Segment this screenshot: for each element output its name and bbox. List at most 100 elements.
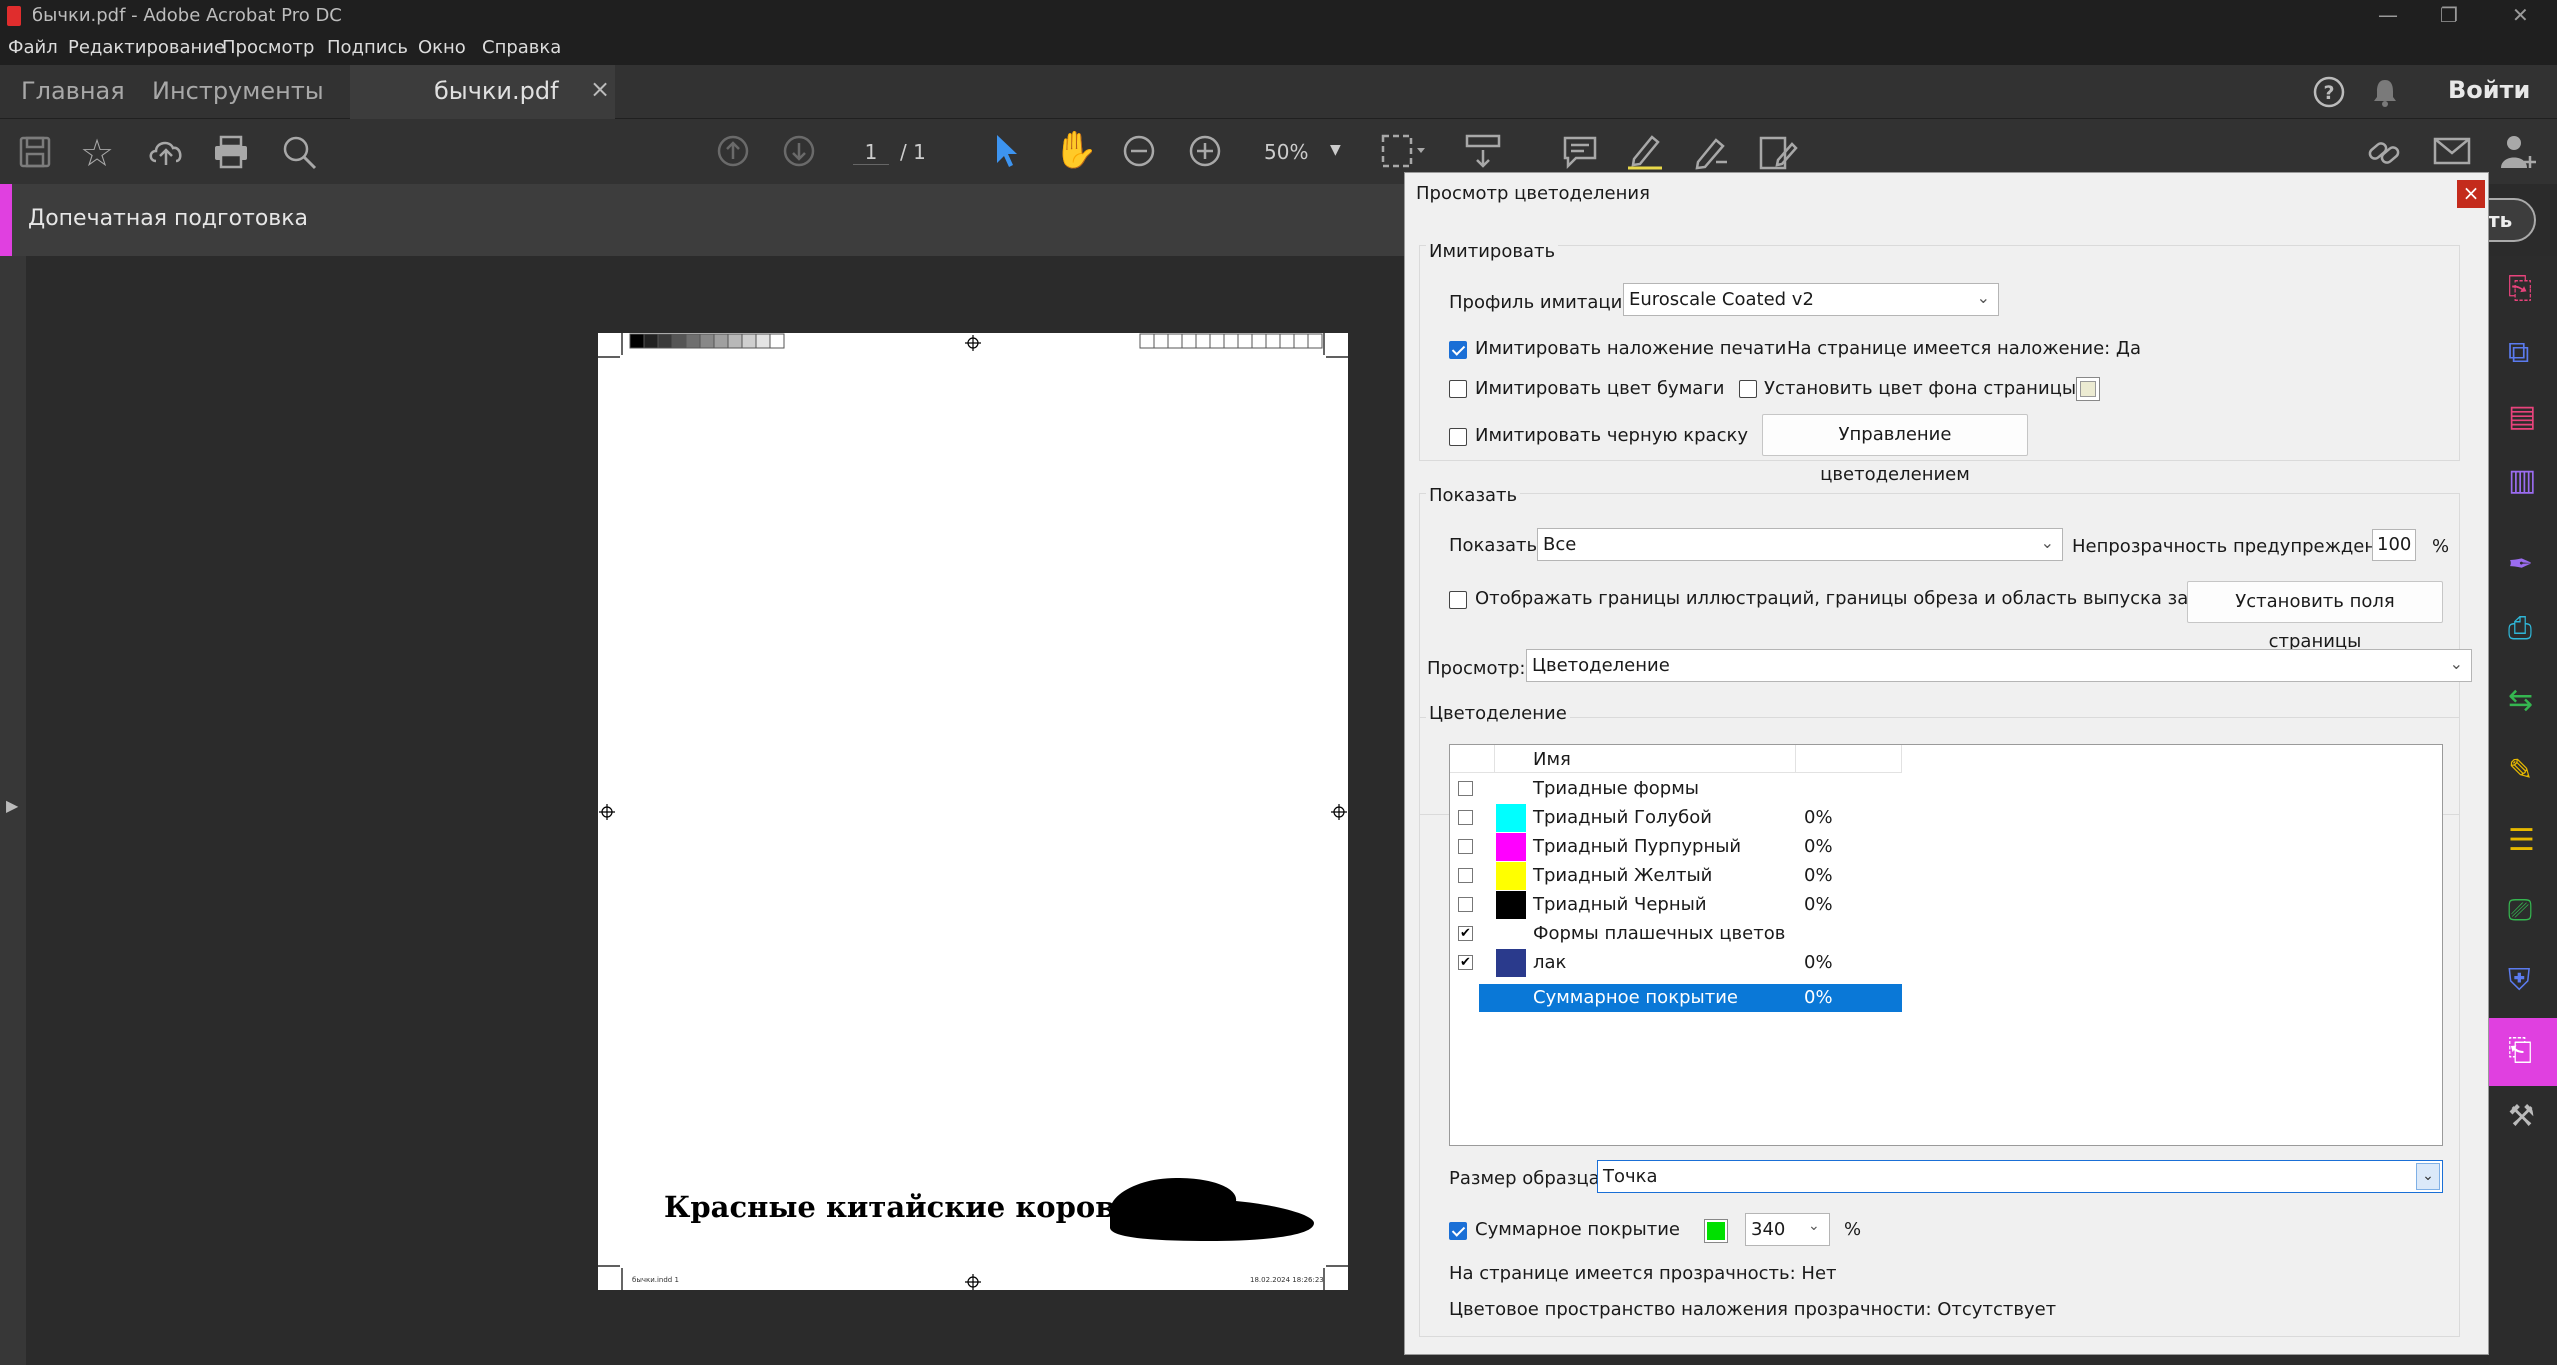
- scroll-mode-icon[interactable]: [1464, 133, 1504, 171]
- separation-checkbox[interactable]: [1458, 897, 1473, 912]
- blending-space-status: Цветовое пространство наложения прозрачн…: [1449, 1299, 2057, 1320]
- separation-name: Триадные формы: [1533, 778, 1699, 799]
- total-coverage-checkbox[interactable]: [1449, 1222, 1467, 1240]
- zoom-out-icon[interactable]: [1122, 134, 1156, 168]
- comment-icon[interactable]: [1562, 134, 1598, 170]
- table-row[interactable]: Триадный Черный 0%: [1450, 890, 1902, 919]
- share-link-icon[interactable]: [2366, 132, 2406, 172]
- combine-files-icon[interactable]: ⧉: [2508, 338, 2529, 368]
- table-row[interactable]: Триадный Пурпурный 0%: [1450, 832, 1902, 861]
- hand-tool-icon[interactable]: ✋: [1053, 133, 1098, 169]
- print-icon[interactable]: [212, 135, 250, 169]
- bg-color-swatch[interactable]: [2076, 377, 2100, 401]
- total-coverage-row[interactable]: Суммарное покрытие 0%: [1479, 984, 1902, 1012]
- separation-name: Триадный Черный: [1533, 894, 1707, 915]
- select-cursor-icon[interactable]: [992, 132, 1022, 170]
- fit-page-icon[interactable]: [1380, 133, 1426, 171]
- profile-dropdown[interactable]: Euroscale Coated v2 ⌄: [1623, 283, 1999, 316]
- manage-separations-button[interactable]: Управление цветоделением: [1762, 414, 2028, 485]
- menu-help[interactable]: Справка: [482, 37, 561, 58]
- menu-edit[interactable]: Редактирование: [68, 37, 225, 58]
- tab-document[interactable]: бычки.pdf ×: [350, 65, 615, 119]
- table-row[interactable]: ✔ Формы плашечных цветов: [1450, 919, 1902, 948]
- search-icon[interactable]: [281, 134, 319, 172]
- separation-coverage-value: 0%: [1804, 952, 1833, 973]
- tab-tools[interactable]: Инструменты: [152, 77, 324, 105]
- separation-checkbox[interactable]: [1458, 839, 1473, 854]
- help-icon[interactable]: ?: [2312, 75, 2346, 109]
- edit-pdf-icon[interactable]: ✎: [2508, 756, 2533, 786]
- page-bg-color-checkbox[interactable]: [1739, 380, 1757, 398]
- set-page-boxes-button[interactable]: Установить поля страницы: [2187, 581, 2443, 652]
- menu-view[interactable]: Просмотр: [222, 37, 314, 58]
- upload-cloud-icon[interactable]: [146, 133, 186, 169]
- protect-shield-icon[interactable]: ⛨: [2508, 966, 2531, 996]
- page-bg-color-label: Установить цвет фона страницы: [1764, 378, 2077, 399]
- opacity-percent-sign: %: [2432, 536, 2450, 557]
- menu-file[interactable]: Файл: [8, 37, 58, 58]
- tool-panel-bar: Допечатная подготовка: [0, 184, 1408, 256]
- coverage-limit-spinner[interactable]: 340 ⌄: [1745, 1213, 1830, 1246]
- create-pdf-icon[interactable]: ⎘: [2508, 274, 2532, 304]
- close-icon: ×: [2462, 181, 2480, 205]
- star-icon[interactable]: ☆: [80, 134, 114, 172]
- page-number-input[interactable]: 1: [853, 140, 889, 165]
- separation-checkbox[interactable]: ✔: [1458, 955, 1473, 970]
- sign-pen-icon[interactable]: [1692, 132, 1730, 170]
- print-production-tool-active[interactable]: ⎗: [2489, 1018, 2557, 1086]
- window-title: бычки.pdf - Adobe Acrobat Pro DC: [32, 5, 342, 26]
- ink-color-swatch: [1496, 891, 1526, 919]
- dialog-close-button[interactable]: ×: [2457, 180, 2485, 208]
- comment-panel-icon[interactable]: ☰: [2508, 826, 2535, 856]
- table-row[interactable]: Триадные формы: [1450, 774, 1902, 803]
- edit-document-icon[interactable]: [1758, 132, 1798, 172]
- show-dropdown[interactable]: Все ⌄: [1537, 528, 2063, 561]
- separation-checkbox[interactable]: [1458, 868, 1473, 883]
- sample-size-dropdown[interactable]: Точка ⌄: [1597, 1160, 2443, 1193]
- separation-checkbox[interactable]: ✔: [1458, 926, 1473, 941]
- compare-files-icon[interactable]: ⇆: [2508, 686, 2533, 716]
- highlight-pen-icon[interactable]: [1626, 132, 1664, 170]
- profile-value: Euroscale Coated v2: [1629, 289, 1814, 310]
- add-user-icon[interactable]: [2498, 132, 2538, 172]
- send-review-icon[interactable]: ⎙: [2508, 614, 2532, 644]
- table-row[interactable]: Триадный Голубой 0%: [1450, 803, 1902, 832]
- column-name-header[interactable]: Имя: [1533, 749, 1571, 770]
- fill-sign-icon[interactable]: ✒: [2508, 550, 2533, 580]
- tab-home[interactable]: Главная: [21, 77, 125, 105]
- bell-icon[interactable]: [2370, 77, 2400, 107]
- menu-window[interactable]: Окно: [418, 37, 466, 58]
- simulate-black-checkbox[interactable]: [1449, 428, 1467, 446]
- separation-checkbox[interactable]: [1458, 781, 1473, 796]
- separation-checkbox[interactable]: [1458, 810, 1473, 825]
- simulate-paper-checkbox[interactable]: [1449, 380, 1467, 398]
- table-row[interactable]: ✔ лак 0%: [1450, 948, 1902, 977]
- previous-page-icon[interactable]: [716, 134, 750, 168]
- more-tools-icon[interactable]: ⚒: [2508, 1102, 2535, 1132]
- zoom-in-icon[interactable]: [1188, 134, 1222, 168]
- simulate-black-label: Имитировать черную краску: [1475, 425, 1748, 446]
- preview-dropdown[interactable]: Цветоделение ⌄: [1526, 649, 2472, 682]
- export-pdf-icon[interactable]: ▥: [2508, 466, 2536, 496]
- save-icon[interactable]: [18, 135, 52, 169]
- document-tab-label: бычки.pdf: [434, 77, 559, 105]
- expand-panel-arrow-icon[interactable]: ▶: [6, 796, 18, 815]
- organize-pages-icon[interactable]: ▤: [2508, 402, 2536, 432]
- scan-ocr-icon[interactable]: ⎚: [2508, 896, 2532, 926]
- menu-sign[interactable]: Подпись: [327, 37, 408, 58]
- next-page-icon[interactable]: [782, 134, 816, 168]
- minimize-button[interactable]: —: [2378, 3, 2398, 27]
- close-window-button[interactable]: ✕: [2512, 3, 2529, 27]
- restore-button[interactable]: ❐: [2440, 3, 2458, 27]
- signin-button[interactable]: Войти: [2448, 76, 2530, 104]
- table-row[interactable]: Триадный Желтый 0%: [1450, 861, 1902, 890]
- close-tab-icon[interactable]: ×: [590, 75, 610, 103]
- zoom-dropdown[interactable]: 50% ▼: [1250, 131, 1350, 171]
- warning-opacity-input[interactable]: 100: [2372, 529, 2416, 561]
- mail-icon[interactable]: [2432, 136, 2472, 166]
- simulate-overprint-checkbox[interactable]: [1449, 341, 1467, 359]
- separations-legend: Цветоделение: [1426, 703, 1570, 724]
- coverage-color-swatch[interactable]: [1704, 1219, 1728, 1243]
- show-boxes-checkbox[interactable]: [1449, 591, 1467, 609]
- chevron-down-icon: ⌄: [2449, 654, 2463, 673]
